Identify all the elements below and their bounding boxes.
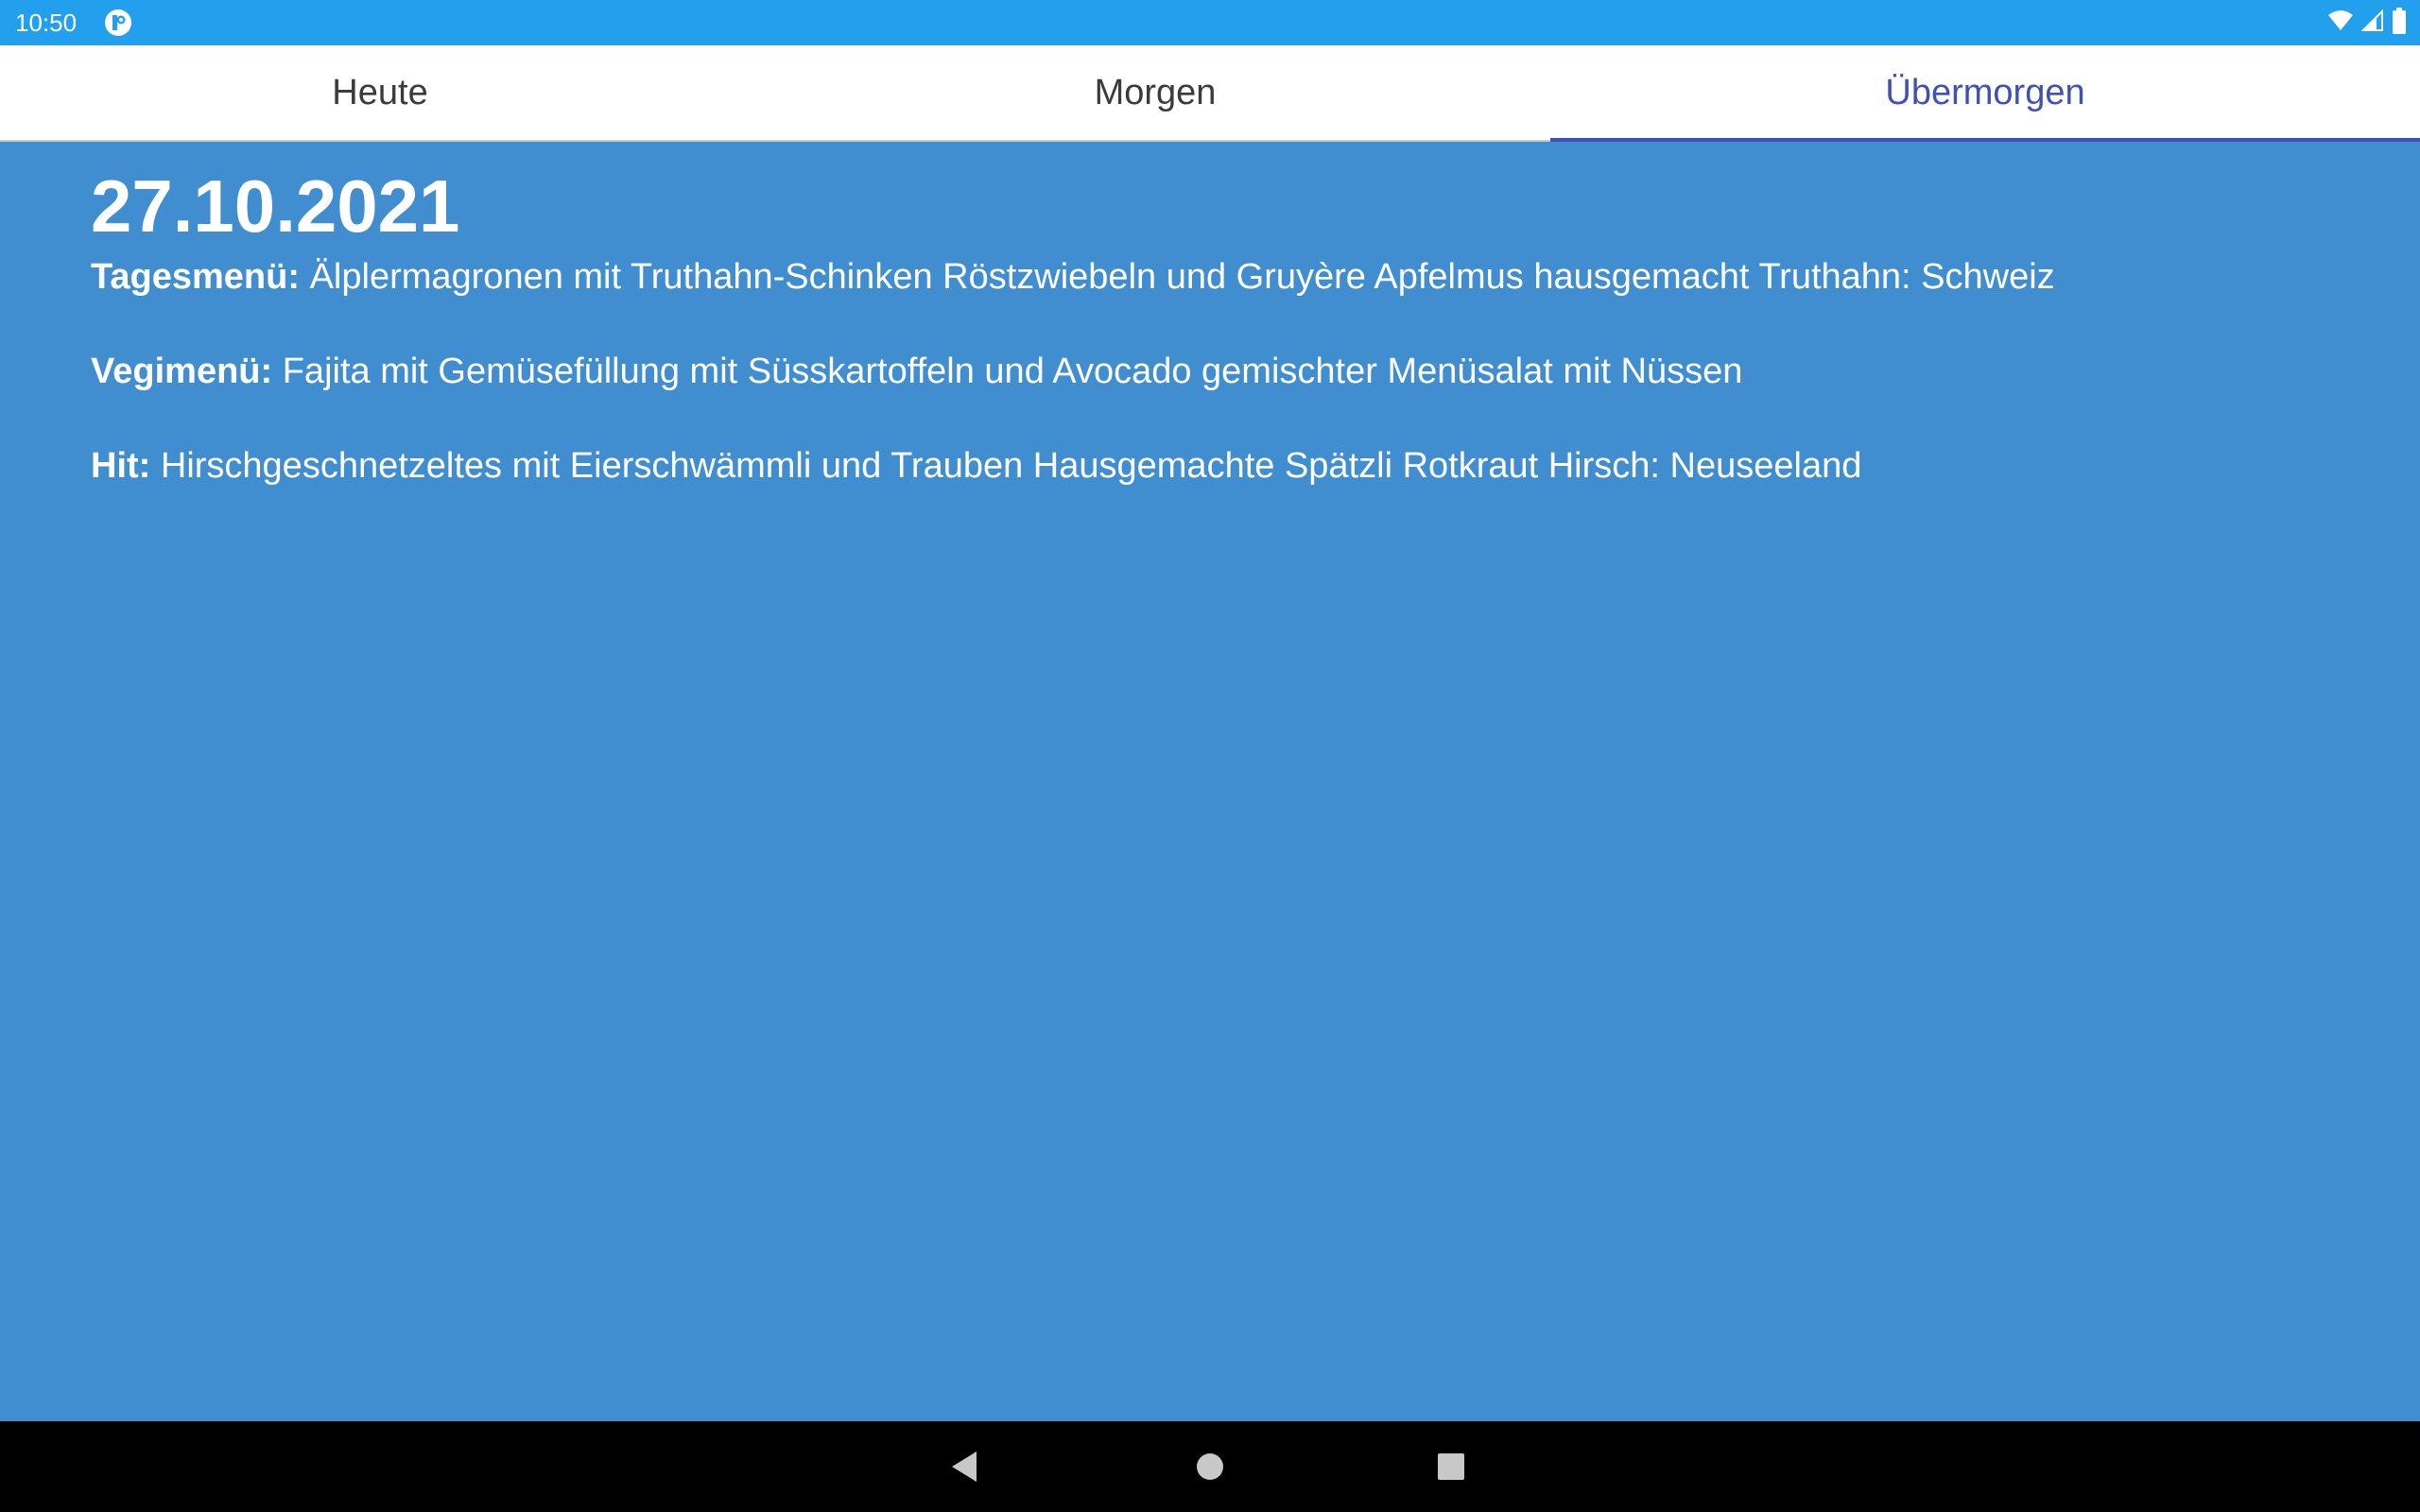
battery-icon — [2392, 7, 2407, 39]
tab-heute[interactable]: Heute — [0, 45, 760, 140]
app-notification-icon — [104, 9, 132, 37]
cell-signal-icon — [2360, 9, 2384, 37]
menu-item-vegimenu: Vegimenü: Fajita mit Gemüsefüllung mit S… — [91, 348, 2329, 395]
menu-label: Vegimenü: — [91, 352, 273, 391]
app-screen: 10:50 Heute Morgen Übermorgen 27.10.2021… — [0, 0, 2420, 1512]
navigation-bar — [0, 1421, 2420, 1512]
tab-bar: Heute Morgen Übermorgen — [0, 45, 2420, 142]
menu-label: Tagesmenü: — [91, 257, 301, 297]
menu-text: Älplermagronen mit Truthahn-Schinken Rös… — [309, 257, 2055, 297]
tab-uebermorgen[interactable]: Übermorgen — [1550, 45, 2420, 140]
menu-text: Fajita mit Gemüsefüllung mit Süsskartoff… — [282, 352, 1743, 391]
wifi-icon — [2327, 9, 2354, 37]
menu-item-hit: Hit: Hirschgeschnetzeltes mit Eierschwäm… — [91, 442, 2329, 490]
home-icon[interactable] — [1191, 1448, 1229, 1486]
menu-text: Hirschgeschnetzeltes mit Eierschwämmli u… — [160, 446, 1862, 486]
menu-content: 27.10.2021 Tagesmenü: Älplermagronen mit… — [91, 159, 2329, 537]
menu-item-tagesmenu: Tagesmenü: Älplermagronen mit Truthahn-S… — [91, 253, 2329, 301]
tab-morgen[interactable]: Morgen — [760, 45, 1550, 140]
status-bar: 10:50 — [0, 0, 2420, 45]
recents-icon[interactable] — [1432, 1448, 1470, 1486]
back-icon[interactable] — [948, 1448, 986, 1486]
tab-selected-indicator — [1550, 138, 2420, 142]
menu-label: Hit: — [91, 446, 151, 486]
status-icons — [2327, 7, 2407, 39]
date-heading: 27.10.2021 — [91, 164, 460, 248]
status-time: 10:50 — [15, 9, 78, 37]
